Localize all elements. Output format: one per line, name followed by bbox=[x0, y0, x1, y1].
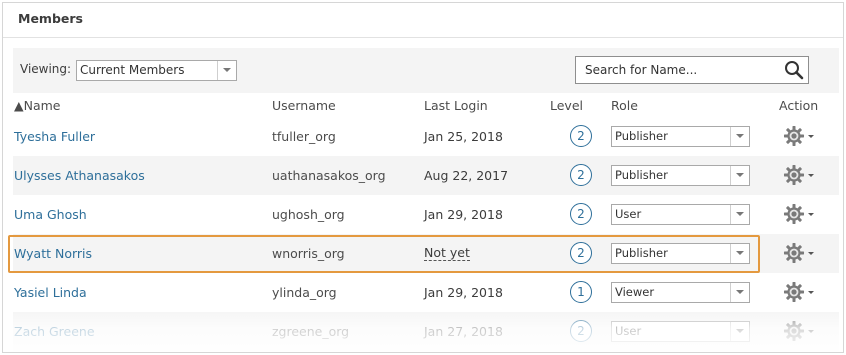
table-row: Zach Greene zgreene_org Jan 27, 2018 2 U… bbox=[13, 312, 839, 351]
table-row-highlighted: Wyatt Norris wnorris_org Not yet 2 Publi… bbox=[13, 234, 839, 273]
header-level[interactable]: Level bbox=[550, 98, 583, 113]
member-name-link[interactable]: Yasiel Linda bbox=[14, 285, 87, 300]
role-select-value: Publisher bbox=[615, 168, 668, 182]
gear-icon[interactable] bbox=[783, 164, 805, 186]
search-icon[interactable] bbox=[783, 60, 805, 80]
last-login-cell: Jan 27, 2018 bbox=[424, 324, 503, 339]
last-login-cell: Jan 29, 2018 bbox=[424, 285, 503, 300]
role-select-value: Publisher bbox=[615, 246, 668, 260]
viewing-select-value: Current Members bbox=[80, 63, 185, 77]
table-row: Ulysses Athanasakos uathanasakos_org Aug… bbox=[13, 156, 839, 195]
level-badge: 2 bbox=[570, 203, 592, 225]
member-name-link[interactable]: Tyesha Fuller bbox=[14, 129, 95, 144]
table-row: Tyesha Fuller tfuller_org Jan 25, 2018 2… bbox=[13, 117, 839, 156]
gear-icon[interactable] bbox=[783, 125, 805, 147]
chevron-down-icon[interactable] bbox=[730, 322, 749, 341]
header-role[interactable]: Role bbox=[611, 98, 638, 113]
chevron-down-icon[interactable] bbox=[730, 244, 749, 263]
username-cell: zgreene_org bbox=[272, 324, 350, 339]
header-name[interactable]: ▲Name bbox=[14, 98, 61, 113]
table-row: Yasiel Linda ylinda_org Jan 29, 2018 1 V… bbox=[13, 273, 839, 312]
chevron-down-icon[interactable] bbox=[730, 166, 749, 185]
viewing-select[interactable]: Current Members bbox=[76, 60, 237, 81]
gear-icon[interactable] bbox=[783, 242, 805, 264]
role-select-value: User bbox=[615, 207, 642, 221]
caret-down-icon bbox=[808, 330, 814, 333]
caret-down-icon bbox=[808, 135, 814, 138]
chevron-down-icon[interactable] bbox=[730, 283, 749, 302]
role-select[interactable]: Viewer bbox=[611, 282, 750, 303]
action-menu-button[interactable] bbox=[783, 320, 817, 342]
role-select[interactable]: User bbox=[611, 204, 750, 225]
caret-down-icon bbox=[808, 174, 814, 177]
level-badge: 2 bbox=[570, 320, 592, 342]
action-menu-button[interactable] bbox=[783, 164, 817, 186]
last-login-cell: Jan 29, 2018 bbox=[424, 207, 503, 222]
role-select[interactable]: Publisher bbox=[611, 165, 750, 186]
gear-icon[interactable] bbox=[783, 281, 805, 303]
action-menu-button[interactable] bbox=[783, 125, 817, 147]
last-login-cell: Aug 22, 2017 bbox=[424, 168, 509, 183]
level-badge: 2 bbox=[570, 164, 592, 186]
chevron-down-icon[interactable] bbox=[730, 127, 749, 146]
role-select-value: Publisher bbox=[615, 129, 668, 143]
action-menu-button[interactable] bbox=[783, 281, 817, 303]
last-login-cell: Jan 25, 2018 bbox=[424, 129, 503, 144]
header-last-login[interactable]: Last Login bbox=[424, 98, 488, 113]
username-cell: wnorris_org bbox=[272, 246, 345, 261]
panel-title: Members bbox=[18, 11, 83, 26]
action-menu-button[interactable] bbox=[783, 203, 817, 225]
filter-bar: Viewing: Current Members bbox=[13, 48, 839, 93]
table-row: Uma Ghosh ughosh_org Jan 29, 2018 2 User bbox=[13, 195, 839, 234]
action-menu-button[interactable] bbox=[783, 242, 817, 264]
member-name-link[interactable]: Zach Greene bbox=[14, 324, 95, 339]
username-cell: ylinda_org bbox=[272, 285, 337, 300]
member-name-link[interactable]: Wyatt Norris bbox=[14, 246, 92, 261]
caret-down-icon bbox=[808, 252, 814, 255]
role-select-value: Viewer bbox=[615, 285, 655, 299]
caret-down-icon bbox=[808, 291, 814, 294]
level-badge: 1 bbox=[570, 281, 592, 303]
role-select[interactable]: Publisher bbox=[611, 126, 750, 147]
gear-icon[interactable] bbox=[783, 320, 805, 342]
username-cell: tfuller_org bbox=[272, 129, 336, 144]
role-select[interactable]: Publisher bbox=[611, 243, 750, 264]
title-divider bbox=[3, 37, 843, 38]
username-cell: uathanasakos_org bbox=[272, 168, 386, 183]
chevron-down-icon[interactable] bbox=[730, 205, 749, 224]
search-input[interactable] bbox=[576, 57, 776, 83]
table-header: ▲Name Username Last Login Level Role Act… bbox=[3, 95, 843, 117]
caret-down-icon bbox=[808, 213, 814, 216]
gear-icon[interactable] bbox=[783, 203, 805, 225]
member-name-link[interactable]: Uma Ghosh bbox=[14, 207, 87, 222]
level-badge: 2 bbox=[570, 242, 592, 264]
username-cell: ughosh_org bbox=[272, 207, 345, 222]
header-username[interactable]: Username bbox=[272, 98, 336, 113]
role-select[interactable]: User bbox=[611, 321, 750, 342]
member-name-link[interactable]: Ulysses Athanasakos bbox=[14, 168, 145, 183]
level-badge: 2 bbox=[570, 125, 592, 147]
last-login-cell: Not yet bbox=[424, 245, 470, 261]
search-box[interactable] bbox=[575, 56, 809, 84]
viewing-label: Viewing: bbox=[20, 62, 72, 76]
role-select-value: User bbox=[615, 324, 642, 338]
header-action: Action bbox=[779, 98, 819, 113]
chevron-down-icon[interactable] bbox=[217, 61, 236, 80]
members-panel: Members Viewing: Current Members ▲Name U… bbox=[2, 2, 844, 353]
